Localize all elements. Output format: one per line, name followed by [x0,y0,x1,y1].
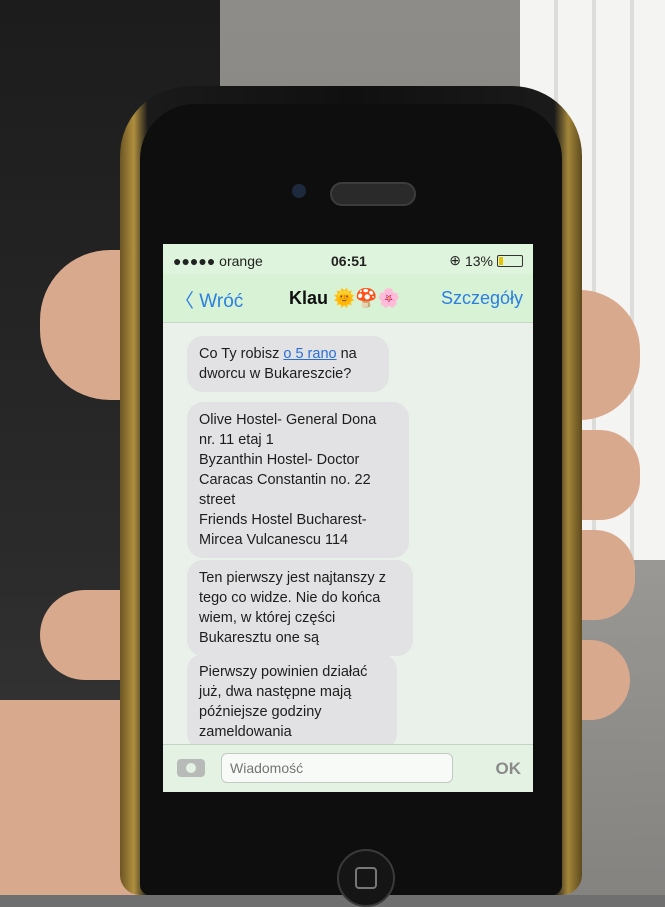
send-button[interactable]: OK [496,759,522,779]
message-line: Caracas Constantin no. 22 [199,472,371,488]
message-text: Pierwszy powinien działać już, dwa nastę… [199,664,368,740]
chevron-left-icon: 〈 [175,291,195,312]
message-line: Byzanthin Hostel- Doctor [199,452,360,468]
status-time: 06:51 [331,253,367,269]
battery-percent: 13% [464,252,493,269]
message-text: Co Ty robisz [199,346,284,362]
back-label: Wróć [199,291,244,312]
camera-icon[interactable] [177,759,205,777]
conversation-header: 〈 Wróć Klau 🌞🍄🌸 Szczegóły [163,274,533,323]
message-line: nr. 11 etaj 1 [199,432,274,448]
phone-screen: ●●●●● orange 06:51 ⊕ 13% 〈 Wróć Klau 🌞🍄🌸… [163,244,533,792]
message-bubble: Ten pierwszy jest najtanszy z tego co wi… [187,560,413,656]
composer-bar: OK [163,744,533,792]
earpiece-speaker [330,182,416,206]
message-bubble: Pierwszy powinien działać już, dwa nastę… [187,654,397,750]
battery-icon [497,254,523,267]
message-bubble: Co Ty robisz o 5 rano na dworcu w Bukare… [187,336,389,392]
message-list[interactable]: Co Ty robisz o 5 rano na dworcu w Bukare… [163,324,533,750]
message-input[interactable] [221,753,453,783]
status-bar: ●●●●● orange 06:51 ⊕ 13% [163,244,533,274]
message-text: Ten pierwszy jest najtanszy z tego co wi… [199,570,386,646]
time-link[interactable]: o 5 rano [283,346,336,362]
contact-name[interactable]: Klau 🌞🍄🌸 [289,288,400,309]
back-button[interactable]: 〈 Wróć [175,286,243,313]
home-button[interactable] [337,849,395,907]
message-line: Friends Hostel Bucharest- [199,512,367,528]
home-square-icon [355,867,377,889]
battery-status: ⊕ 13% [449,252,523,269]
message-line: street [199,492,236,508]
message-bubble: Olive Hostel- General Dona nr. 11 etaj 1… [187,402,409,558]
message-line: Olive Hostel- General Dona [199,412,377,428]
rotation-lock-icon: ⊕ [449,252,461,268]
carrier-label: ●●●●● orange [173,253,263,269]
message-line: Mircea Vulcanescu 114 [199,532,349,548]
front-camera-icon [292,184,306,198]
details-button[interactable]: Szczegóły [441,288,523,309]
